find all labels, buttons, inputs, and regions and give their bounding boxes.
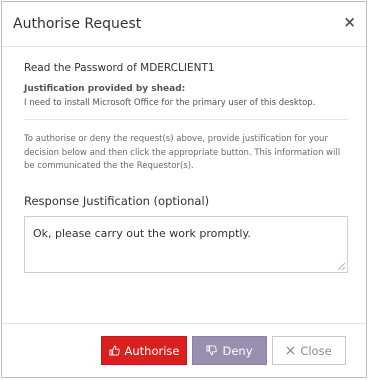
dialog-header: Authorise Request × <box>2 2 366 47</box>
response-justification-textarea[interactable]: Ok, please carry out the work promptly. <box>24 216 348 273</box>
authorise-label: Authorise <box>124 343 180 358</box>
request-description: Read the Password of MDERCLIENT1 <box>24 62 215 74</box>
resize-grip-icon[interactable] <box>338 263 345 270</box>
close-icon <box>286 346 295 355</box>
response-justification-label: Response Justification (optional) <box>24 194 210 208</box>
thumbs-up-icon <box>108 345 120 356</box>
authorise-request-dialog: Authorise Request × Read the Password of… <box>1 1 367 378</box>
authorise-button[interactable]: Authorise <box>101 336 187 365</box>
section-divider <box>24 119 348 120</box>
close-button[interactable]: Close <box>272 336 346 365</box>
deny-label: Deny <box>222 343 253 358</box>
dialog-title: Authorise Request <box>13 16 142 32</box>
footer-divider <box>2 323 366 324</box>
deny-button[interactable]: Deny <box>192 336 267 365</box>
instructions-text: To authorise or deny the request(s) abov… <box>24 134 341 171</box>
response-justification-value: Ok, please carry out the work promptly. <box>33 227 251 240</box>
dialog-close-icon[interactable]: × <box>343 14 356 30</box>
close-label: Close <box>300 343 332 358</box>
justification-text: I need to install Microsoft Office for t… <box>24 98 316 108</box>
justification-label: Justification provided by shead: <box>24 84 186 94</box>
thumbs-down-icon <box>206 345 218 356</box>
